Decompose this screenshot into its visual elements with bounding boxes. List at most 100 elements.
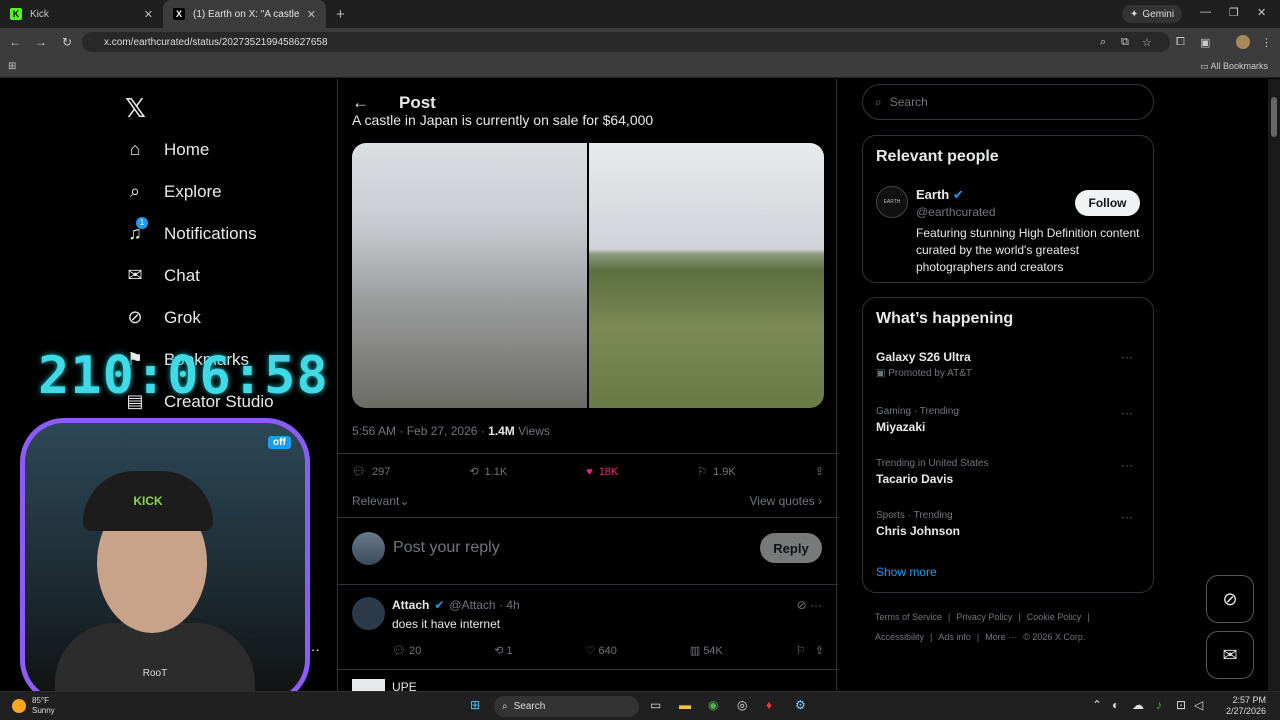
reply-input[interactable]: Post your reply [393,539,500,557]
avatar[interactable] [352,679,385,691]
start-icon[interactable]: ⊞ [470,698,480,712]
more-link[interactable]: More ··· [985,632,1017,642]
file-explorer-icon[interactable]: ▬ [679,698,691,712]
url-input[interactable]: x.com/earthcurated/status/20273521994586… [82,32,1170,52]
post-media[interactable] [352,143,824,408]
app-pin-icon[interactable]: ♦ [766,698,772,712]
repost-button[interactable]: ⟲ 1.1K [469,465,508,479]
comment-views-count: 54K [703,645,723,657]
trend-item[interactable]: Gaming · Trending Miyazaki ··· [876,406,1141,434]
trend-item[interactable]: Sports · Trending Chris Johnson ··· [876,510,1141,538]
bookmark-button[interactable]: ⚐ 1.9K [697,465,736,479]
close-window-icon[interactable]: ✕ [1257,6,1266,19]
app-icon[interactable]: ◎ [737,698,747,712]
sidebar-item-explore[interactable]: ⌕ Explore [124,181,222,202]
comment-views-button[interactable]: ▥ 54K [690,644,723,657]
back-icon[interactable]: ← [4,35,26,49]
terms-link[interactable]: Terms of Service [875,612,942,622]
like-button[interactable]: ♥ 18K [586,465,618,478]
grok-fab[interactable]: ⊘ [1206,575,1254,623]
privacy-link[interactable]: Privacy Policy [956,612,1012,622]
mic-icon[interactable]: ♪ [1156,698,1162,712]
more-icon[interactable]: ··· [1121,510,1133,524]
sidebar-item-notifications[interactable]: ♫ 1 Notifications [124,217,257,244]
install-icon[interactable]: ⧉ [1121,36,1129,49]
chrome-icon[interactable]: ◉ [708,698,718,712]
comment-like-button[interactable]: ♡ 640 [586,644,617,657]
apps-icon[interactable]: ⊞ [8,61,16,72]
more-icon[interactable]: ··· [1121,458,1133,472]
scrollbar[interactable] [1268,79,1280,691]
x-logo-icon[interactable]: 𝕏 [125,93,146,124]
tray-chevron-icon[interactable]: ⌃ [1092,698,1102,712]
ads-info-link[interactable]: Ads info [938,632,971,642]
sparkle-icon: ✦ [1130,8,1139,20]
sidebar-item-home[interactable]: ⌂ Home [124,139,210,160]
comment-author-name[interactable]: Attach [392,598,429,612]
bookmark-icon[interactable]: ⚐ [796,645,806,657]
extensions-icon[interactable]: ⧠ [1176,36,1185,49]
all-bookmarks[interactable]: ▭ All Bookmarks [1200,61,1268,72]
view-quotes-link[interactable]: View quotes › [750,494,823,508]
forward-icon[interactable]: → [30,35,52,49]
profile-avatar[interactable] [1236,35,1250,49]
divider [338,584,838,585]
messages-fab[interactable]: ✉ [1206,631,1254,679]
cookie-link[interactable]: Cookie Policy [1027,612,1082,622]
steam-icon[interactable]: ⚙ [795,698,806,712]
gemini-button[interactable]: ✦ Gemini [1122,5,1183,23]
sidebar-item-grok[interactable]: ⊘ Grok [124,307,200,328]
person-name[interactable]: Earth ✔ [916,187,964,203]
follow-button[interactable]: Follow [1075,190,1140,216]
scrollbar-thumb[interactable] [1271,97,1277,137]
comment-author-name[interactable]: UPE [392,680,417,691]
share-icon[interactable]: ⇪ [815,645,824,657]
avatar[interactable] [352,597,385,630]
close-tab-icon[interactable]: ✕ [144,8,153,21]
taskbar-search[interactable]: ⌕ Search [494,696,639,717]
accessibility-link[interactable]: Accessibility [875,632,924,642]
more-icon[interactable]: ··· [1121,406,1133,420]
trend-item[interactable]: Trending in United States Tacario Davis … [876,458,1141,486]
network-icon[interactable]: ⊡ [1176,698,1186,712]
post-timestamp[interactable]: 5:56 AM · Feb 27, 2026 · [352,424,488,438]
zoom-icon[interactable]: ⌕ [1100,36,1106,49]
system-clock[interactable]: 2:57 PM 2/27/2026 [1226,695,1266,717]
tab-x-post[interactable]: X (1) Earth on X: "A castle in Japa ✕ [163,0,326,28]
comment-more-icon[interactable]: ⊘ ··· [797,598,822,612]
new-tab-icon[interactable]: + [326,6,355,23]
repost-count: 1.1K [484,465,508,478]
show-more-link[interactable]: Show more [876,565,937,579]
menu-icon[interactable]: ⋮ [1261,36,1272,49]
reload-icon[interactable]: ↻ [56,35,78,49]
trend-item[interactable]: Galaxy S26 Ultra ▣ Promoted by AT&T ··· [876,350,1141,379]
sidepanel-icon[interactable]: ▣ [1200,36,1210,49]
reply-button[interactable]: 💬︎ 297 [352,465,390,479]
tab-kick[interactable]: K Kick ✕ [0,0,163,28]
volume-icon[interactable]: ◁ [1194,698,1203,712]
comment-repost-button[interactable]: ⟲ 1 [494,644,512,657]
share-button[interactable]: ⇪ [815,465,824,478]
sidebar-item-chat[interactable]: ✉ Chat [124,265,199,286]
reply-submit-button[interactable]: Reply [760,533,822,563]
back-arrow-icon[interactable]: ← [352,93,369,113]
comment-actions-tail: ⚐ ⇪ [796,644,824,657]
castle-photo[interactable] [352,143,587,408]
trend-name: Tacario Davis [876,472,954,486]
field-photo[interactable] [589,143,824,408]
restore-icon[interactable]: ❐ [1229,6,1239,19]
relevant-people-card: Relevant people EARTH Earth ✔ @earthcura… [862,135,1154,283]
minimize-icon[interactable]: — [1200,6,1211,18]
bookmark-star-icon[interactable]: ☆ [1142,36,1152,49]
avatar [352,532,385,565]
weather-widget[interactable]: 85°F Sunny [12,696,55,716]
more-icon[interactable]: ··· [1121,350,1133,364]
task-view-icon[interactable]: ▭ [650,698,661,712]
avatar[interactable]: EARTH [876,186,908,218]
sort-dropdown[interactable]: Relevant⌄ [352,494,409,508]
search-input[interactable]: ⌕ Search [862,84,1154,120]
close-tab-icon[interactable]: ✕ [307,8,316,21]
comment-reply-button[interactable]: 💬︎ 20 [392,644,421,657]
tray-icon[interactable]: ☁ [1132,698,1144,712]
tray-icon[interactable]: ◐ [1112,698,1119,712]
